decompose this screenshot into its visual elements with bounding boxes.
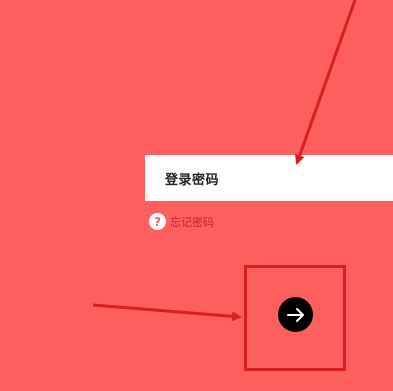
annotation-arrow-top <box>294 0 357 165</box>
annotation-arrow-left <box>92 303 242 322</box>
question-mark-icon: ? <box>149 213 166 230</box>
next-button[interactable] <box>278 297 313 332</box>
password-input[interactable]: 登录密码 <box>145 155 393 201</box>
forgot-password-label: 忘记密码 <box>170 215 214 229</box>
arrow-right-icon <box>286 307 304 322</box>
forgot-password-link[interactable]: ? 忘记密码 <box>149 213 214 230</box>
password-placeholder: 登录密码 <box>165 172 220 188</box>
